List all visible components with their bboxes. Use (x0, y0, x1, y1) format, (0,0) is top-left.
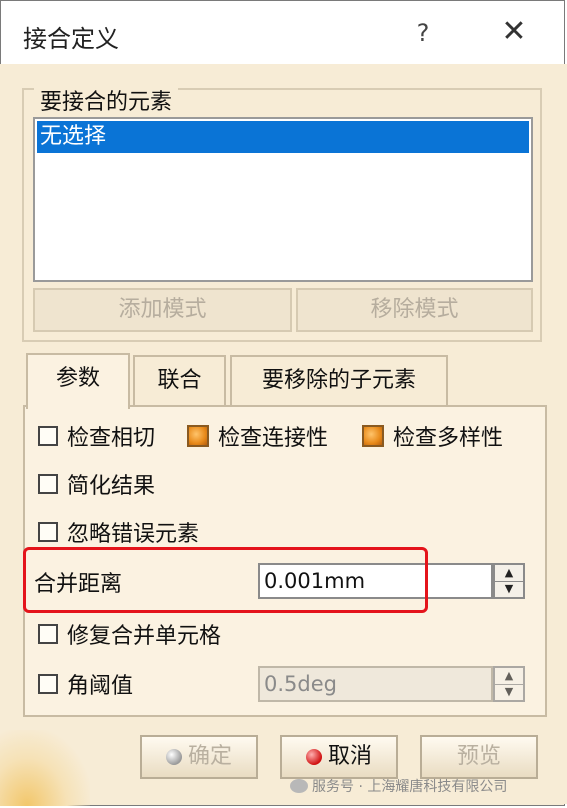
elements-to-join-label: 要接合的元素 (34, 84, 179, 116)
tab-federation[interactable]: 联合 (133, 355, 226, 407)
tab-subelements-to-remove[interactable]: 要移除的子元素 (230, 355, 448, 407)
ok-status-icon (165, 749, 182, 765)
check-manifold-checkbox[interactable] (362, 425, 384, 447)
simplify-result-row[interactable]: 简化结果 (38, 468, 155, 500)
dialog-title: 接合定义 (23, 25, 119, 53)
help-button[interactable]: ? (411, 19, 435, 47)
heal-merged-cells-label: 修复合并单元格 (67, 624, 222, 649)
angular-threshold-input[interactable]: 0.5deg (258, 666, 493, 702)
simplify-result-label: 简化结果 (67, 474, 156, 499)
angular-threshold-checkbox[interactable] (38, 674, 58, 694)
merge-distance-spinner[interactable]: ▲ ▼ (493, 563, 525, 599)
check-tangency-row[interactable]: 检查相切 (38, 420, 155, 452)
elements-list[interactable]: 无选择 (33, 117, 533, 282)
ignore-errors-label: 忽略错误元素 (67, 522, 200, 547)
angular-threshold-label: 角阈值 (67, 674, 134, 699)
spin-up-icon[interactable]: ▲ (495, 668, 523, 685)
watermark-text: 服务号 · 上海耀唐科技有限公司 (312, 779, 508, 795)
remove-mode-button[interactable]: 移除模式 (296, 288, 533, 332)
decorative-corner-graphic (0, 730, 90, 806)
cancel-label: 取消 (327, 744, 372, 769)
simplify-result-checkbox[interactable] (38, 474, 58, 494)
wechat-icon (290, 779, 308, 793)
check-connectivity-checkbox[interactable] (187, 425, 209, 447)
add-mode-button[interactable]: 添加模式 (33, 288, 292, 332)
cancel-status-icon (305, 749, 322, 765)
cancel-button[interactable]: 取消 (280, 735, 398, 779)
tab-parameters[interactable]: 参数 (26, 353, 130, 409)
heal-merged-cells-row[interactable]: 修复合并单元格 (38, 618, 221, 650)
close-icon[interactable]: ✕ (497, 15, 531, 49)
spin-down-icon[interactable]: ▼ (495, 581, 523, 597)
heal-merged-cells-checkbox[interactable] (38, 624, 58, 644)
ok-label: 确定 (187, 744, 232, 769)
check-tangency-checkbox[interactable] (38, 426, 58, 446)
spin-down-icon[interactable]: ▼ (495, 684, 523, 700)
check-manifold-label: 检查多样性 (393, 426, 504, 451)
spin-up-icon[interactable]: ▲ (495, 565, 523, 582)
watermark: 服务号 · 上海耀唐科技有限公司 (290, 776, 507, 796)
check-tangency-label: 检查相切 (67, 426, 156, 451)
angular-threshold-row[interactable]: 角阈值 (38, 668, 133, 700)
check-manifold-row[interactable]: 检查多样性 (362, 420, 503, 452)
check-connectivity-row[interactable]: 检查连接性 (187, 420, 328, 452)
preview-button[interactable]: 预览 (420, 735, 538, 779)
check-connectivity-label: 检查连接性 (218, 426, 329, 451)
ignore-errors-checkbox[interactable] (38, 522, 58, 542)
ignore-errors-row[interactable]: 忽略错误元素 (38, 516, 199, 548)
list-item[interactable]: 无选择 (37, 121, 529, 153)
angular-threshold-spinner[interactable]: ▲ ▼ (493, 666, 525, 702)
highlight-box (23, 547, 428, 613)
ok-button[interactable]: 确定 (140, 735, 258, 779)
title-bar: 接合定义 ? ✕ (1, 1, 564, 65)
